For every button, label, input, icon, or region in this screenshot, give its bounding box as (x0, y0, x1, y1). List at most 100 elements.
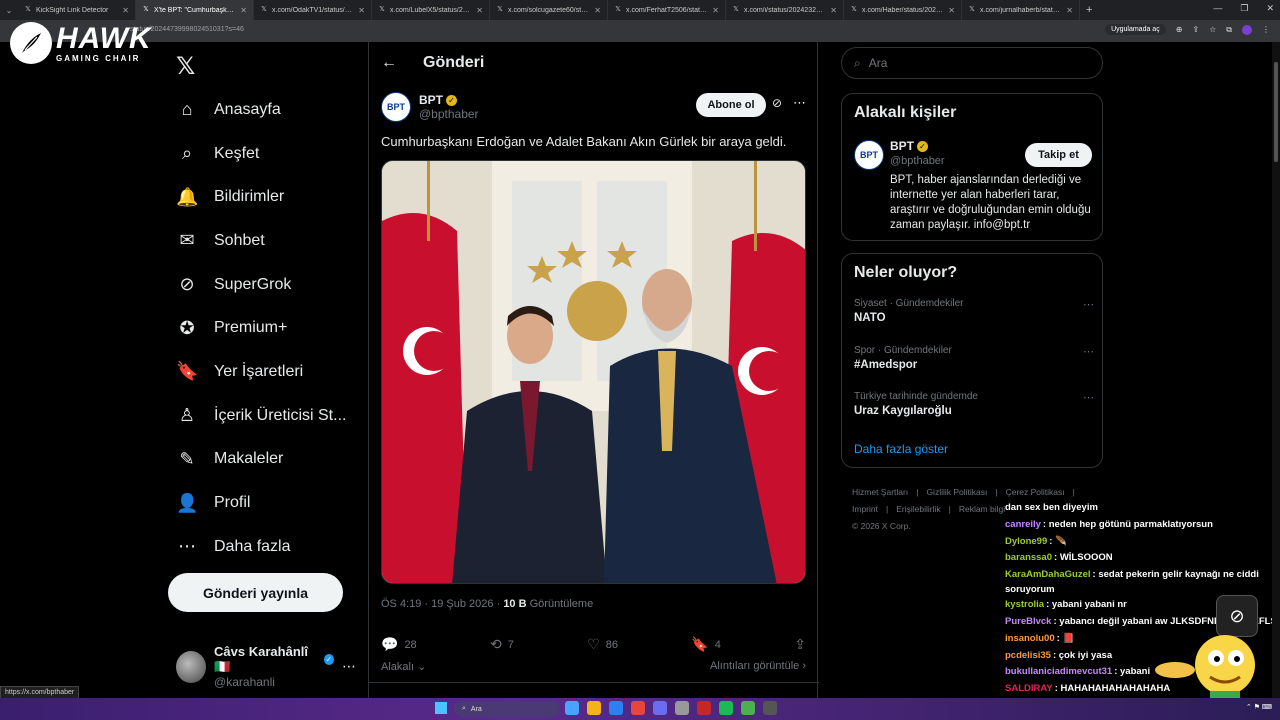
tab-close-icon[interactable]: ✕ (240, 6, 247, 15)
chat-username[interactable]: SALDIRAY (1005, 683, 1053, 694)
footer-link[interactable]: Gizlilik Politikası (926, 487, 987, 497)
chat-username[interactable]: Dylone99 (1005, 536, 1047, 547)
trend-item[interactable]: Türkiye tarihinde gündemde Uraz Kaygılaro… (854, 391, 1094, 417)
footer-link[interactable]: Reklam bilgi (959, 504, 1005, 514)
grok-icon[interactable]: ⊘ (772, 96, 782, 110)
follow-button[interactable]: Takip et (1025, 143, 1092, 167)
app-icon[interactable] (565, 701, 579, 715)
nav-item-profile[interactable]: 👤 Profil (170, 481, 360, 525)
chat-username[interactable]: canreily (1005, 519, 1041, 530)
tab-close-icon[interactable]: ✕ (1066, 6, 1073, 15)
nav-item-premium[interactable]: ✪ Premium+ (170, 306, 360, 350)
footer-link[interactable]: Imprint (852, 504, 878, 514)
discord-icon[interactable] (653, 701, 667, 715)
trend-more-icon[interactable]: ⋯ (1083, 345, 1094, 358)
related-handle[interactable]: @bpthaber (890, 155, 945, 167)
page-scrollbar[interactable] (1272, 42, 1280, 698)
like-button[interactable]: ♡ 86 (587, 636, 618, 653)
post-more-icon[interactable]: ⋯ (793, 95, 806, 111)
windows-start-icon[interactable] (435, 702, 447, 714)
browser-tab[interactable]: 𝕏x.com/Haber/status/202441221... ✕ (844, 0, 962, 20)
view-quotes-link[interactable]: Alıntıları görüntüle › (710, 660, 806, 673)
reply-button[interactable]: 💬 28 (381, 636, 417, 653)
taskbar-search-input[interactable]: Ara (471, 706, 482, 713)
author-name[interactable]: BPT (419, 93, 443, 107)
spotify-icon[interactable] (719, 701, 733, 715)
tab-close-icon[interactable]: ✕ (948, 6, 955, 15)
browser-tab[interactable]: 𝕏 X'te BPT: "Cumhurbaşkanı Erdo...✕ (136, 0, 254, 20)
nav-item-bookmarks[interactable]: 🔖 Yer İşaretleri (170, 350, 360, 394)
tab-close-icon[interactable]: ✕ (712, 6, 719, 15)
trend-more-icon[interactable]: ⋯ (1083, 298, 1094, 311)
restore-icon[interactable]: ❐ (1240, 3, 1248, 14)
browser-tab[interactable]: 𝕏x.com/FerhatT2506/status/202... ✕ (608, 0, 726, 20)
account-more-icon[interactable]: ⋯ (342, 658, 356, 675)
subscribe-button[interactable]: Abone ol (696, 93, 766, 117)
post-photo[interactable] (381, 160, 806, 584)
browser-tab[interactable]: 𝕏x.com/LubelX5/status/2024383... ✕ (372, 0, 490, 20)
star-icon[interactable]: ☆ (1209, 25, 1216, 34)
scrollbar-thumb[interactable] (1274, 62, 1278, 162)
nav-item-more[interactable]: ⋯ Daha fazla (170, 525, 360, 569)
app-icon[interactable] (697, 701, 711, 715)
tab-close-icon[interactable]: ✕ (830, 6, 837, 15)
chat-username[interactable]: pcdelisi35 (1005, 650, 1051, 661)
browser-tab[interactable]: 𝕏x.com/jurnalhaberb/status/202...✕ (962, 0, 1080, 20)
open-in-app-button[interactable]: Uygulamada aç (1105, 24, 1166, 35)
nav-item-creator-studio[interactable]: ♙ İçerik Üreticisi St... (170, 394, 360, 438)
chat-username[interactable]: PureBlvck (1005, 616, 1051, 627)
edge-icon[interactable] (609, 701, 623, 715)
browser-tab[interactable]: 𝕏x.com/solcugazete60/status/20... ✕ (490, 0, 608, 20)
folder-icon[interactable] (587, 701, 601, 715)
trend-item[interactable]: Siyaset · Gündemdekiler NATO ⋯ (854, 298, 1094, 324)
author-avatar[interactable]: BPT (381, 92, 411, 122)
nav-item-explore[interactable]: ⌕ Keşfet (170, 132, 360, 176)
post-time[interactable]: ÖS 4:19 · 19 Şub 2026 · (381, 598, 503, 610)
search-input[interactable]: Ara (869, 56, 888, 70)
app-icon[interactable] (675, 701, 689, 715)
x-logo-icon[interactable]: 𝕏 (176, 52, 195, 81)
related-name[interactable]: BPT (890, 139, 914, 153)
browser-tab[interactable]: 𝕏 KickSight Link Detector ✕ (18, 0, 136, 20)
nav-item-home[interactable]: ⌂ Anasayfa (170, 88, 360, 132)
chat-username[interactable]: kystrolia (1005, 599, 1044, 610)
tab-close-icon[interactable]: ✕ (122, 6, 129, 15)
chat-username[interactable]: insanolu00 (1005, 633, 1055, 644)
tab-close-icon[interactable]: ✕ (358, 6, 365, 15)
zoom-icon[interactable]: ⊕ (1176, 25, 1183, 34)
post-button[interactable]: Gönderi yayınla (168, 573, 343, 612)
back-arrow-icon[interactable]: ← (381, 54, 397, 72)
share-icon[interactable]: ⇪ (1192, 25, 1199, 34)
nav-item-articles[interactable]: ✎ Makaleler (170, 438, 360, 482)
tab-close-icon[interactable]: ✕ (594, 6, 601, 15)
footer-link[interactable]: Erişilebilirlik (896, 504, 940, 514)
share-button[interactable]: ⇪ (794, 636, 806, 653)
menu-icon[interactable]: ⋮ (1262, 25, 1270, 34)
related-dropdown[interactable]: Alakalı ⌄ (381, 660, 426, 673)
app-icon[interactable] (741, 701, 755, 715)
nav-item-notifications[interactable]: 🔔 Bildirimler (170, 175, 360, 219)
taskbar-search[interactable]: ⌕ Ara (454, 701, 560, 717)
footer-link[interactable]: Çerez Politikası (1006, 487, 1065, 497)
related-avatar[interactable]: BPT (854, 140, 884, 170)
close-window-icon[interactable]: ✕ (1266, 3, 1274, 14)
account-switcher[interactable]: Câvs Karahânlî 🇮🇹 ✓ @karahanli ⋯ (176, 644, 356, 689)
footer-link[interactable]: Hizmet Şartları (852, 487, 908, 497)
browser-tab[interactable]: 𝕏x.com/OdakTV1/status/202445... ✕ (254, 0, 372, 20)
trend-item[interactable]: Spor · Gündemdekiler #Amedspor ⋯ (854, 345, 1094, 371)
new-tab-button[interactable]: + (1080, 4, 1098, 16)
nav-item-supergrok[interactable]: ⊘ SuperGrok (170, 263, 360, 307)
search-box[interactable]: ⌕ Ara (841, 47, 1103, 79)
tab-close-icon[interactable]: ✕ (476, 6, 483, 15)
app-icon[interactable] (763, 701, 777, 715)
repost-button[interactable]: ⟲ 7 (490, 636, 514, 653)
author-handle[interactable]: @bpthaber (419, 107, 479, 121)
bookmark-button[interactable]: 🔖 4 (691, 636, 721, 653)
tab-search-icon[interactable]: ⌄ (0, 0, 18, 20)
nav-item-chat[interactable]: ✉ Sohbet (170, 219, 360, 263)
show-more-link[interactable]: Daha fazla göster (854, 442, 948, 456)
chat-username[interactable]: bukullaniciadimevcut31 (1005, 666, 1112, 677)
chat-username[interactable]: baranssa0 (1005, 552, 1052, 563)
chat-username[interactable]: KaraAmDahaGuzel (1005, 569, 1091, 580)
minimize-icon[interactable]: — (1213, 3, 1222, 14)
